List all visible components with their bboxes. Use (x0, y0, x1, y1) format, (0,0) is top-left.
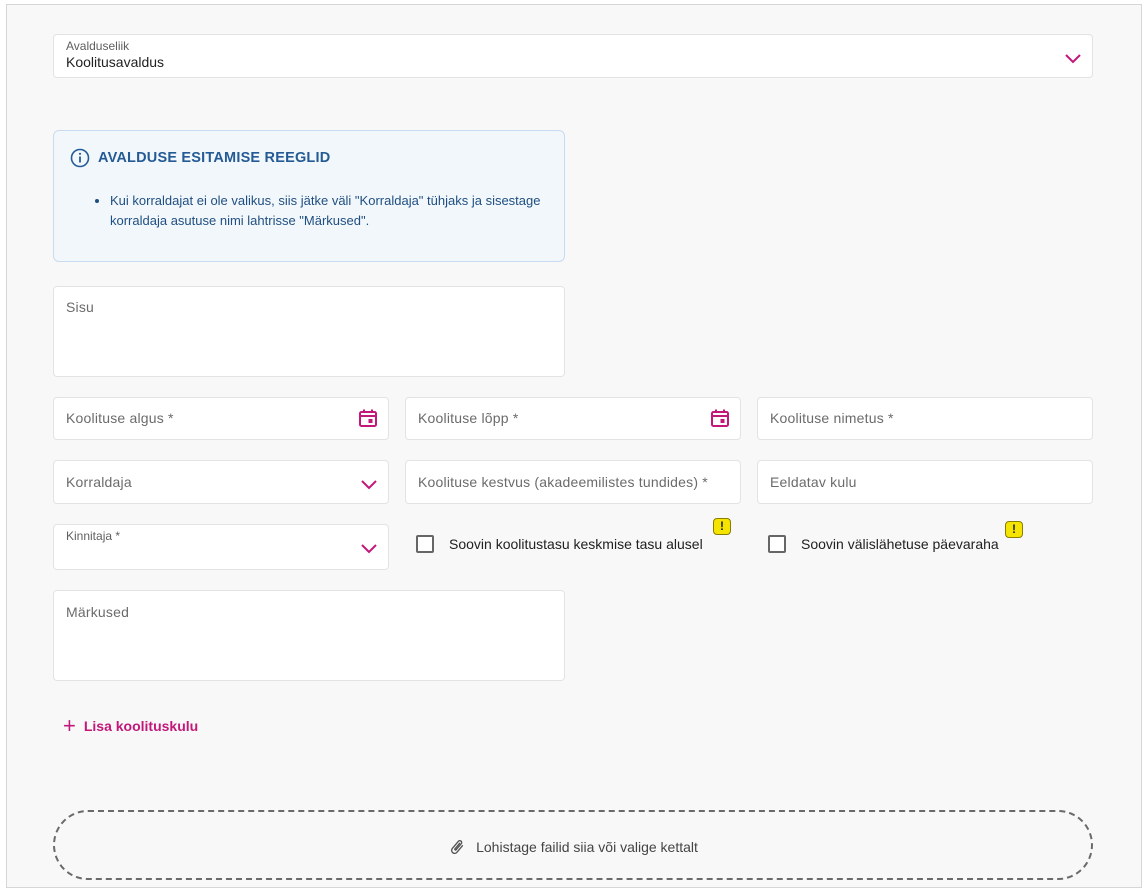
plus-icon: + (63, 713, 76, 738)
content-textarea[interactable]: Sisu (53, 286, 565, 377)
training-end-placeholder: Koolituse lõpp * (418, 410, 519, 426)
per-diem-checkbox[interactable] (768, 535, 786, 553)
application-type-value: Koolitusavaldus (66, 54, 165, 70)
calendar-icon[interactable] (710, 408, 730, 428)
application-type-label: Avalduseliik (66, 39, 130, 53)
approver-select[interactable]: Kinnitaja * (53, 524, 389, 570)
organizer-placeholder: Korraldaja (66, 474, 132, 490)
rules-title: AVALDUSE ESITAMISE REEGLID (98, 150, 331, 166)
notes-textarea[interactable]: Märkused (53, 590, 565, 681)
training-duration-input[interactable]: Koolituse kestvus (akadeemilistes tundid… (405, 460, 741, 504)
add-training-cost-label: Lisa koolituskulu (83, 718, 199, 734)
dropzone-content: Lohistage failid siia või valige kettalt (55, 838, 1091, 856)
notes-placeholder: Märkused (66, 604, 130, 620)
chevron-down-icon (1065, 54, 1081, 64)
expected-cost-placeholder: Eeldatav kulu (770, 474, 857, 490)
training-start-placeholder: Koolituse algus * (66, 410, 174, 426)
approver-label: Kinnitaja * (66, 529, 121, 543)
expected-cost-input[interactable]: Eeldatav kulu (757, 460, 1093, 504)
rules-info-box: AVALDUSE ESITAMISE REEGLID Kui korraldaj… (53, 130, 565, 262)
average-pay-checkbox[interactable] (416, 535, 434, 553)
rules-list-item: Kui korraldajat ei ole valikus, siis jät… (110, 191, 542, 231)
training-duration-placeholder: Koolituse kestvus (akadeemilistes tundid… (418, 474, 708, 490)
info-icon (70, 148, 90, 168)
training-name-input[interactable]: Koolituse nimetus * (757, 397, 1093, 440)
training-end-date-field[interactable]: Koolituse lõpp * (405, 397, 741, 440)
chevron-down-icon (361, 544, 377, 554)
application-type-select[interactable]: Avalduseliik Koolitusavaldus (53, 34, 1093, 78)
add-training-cost-button[interactable]: + Lisa koolituskulu (63, 713, 199, 738)
rules-list: Kui korraldajat ei ole valikus, siis jät… (92, 191, 542, 231)
organizer-select[interactable]: Korraldaja (53, 460, 389, 504)
file-dropzone[interactable]: Lohistage failid siia või valige kettalt (53, 810, 1093, 880)
training-name-placeholder: Koolituse nimetus * (770, 410, 894, 426)
calendar-icon[interactable] (358, 408, 378, 428)
content-placeholder: Sisu (66, 299, 95, 315)
warning-icon[interactable]: ! (1005, 521, 1023, 538)
per-diem-label: Soovin välislähetuse päevaraha (801, 536, 999, 552)
paperclip-icon (451, 839, 464, 855)
chevron-down-icon (361, 480, 377, 490)
dropzone-label: Lohistage failid siia või valige kettalt (476, 839, 698, 855)
warning-icon[interactable]: ! (713, 518, 731, 535)
training-start-date-field[interactable]: Koolituse algus * (53, 397, 389, 440)
average-pay-label: Soovin koolitustasu keskmise tasu alusel (449, 536, 703, 552)
